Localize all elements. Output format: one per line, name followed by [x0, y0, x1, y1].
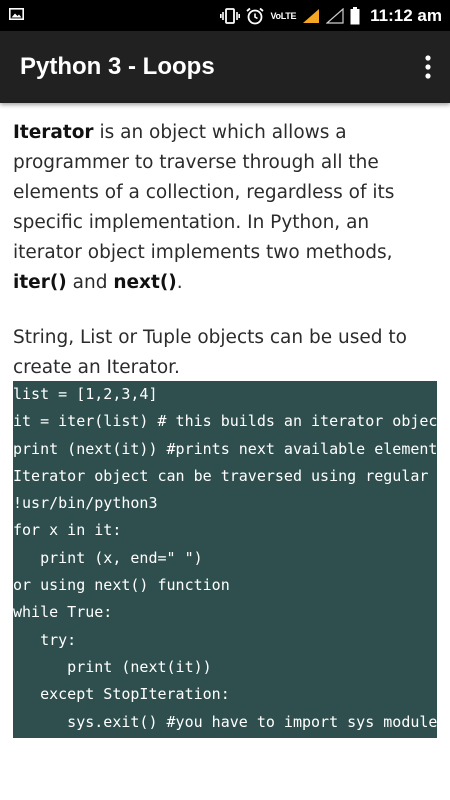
code-line: !usr/bin/python3 [13, 494, 158, 513]
code-line: for x in it: [13, 521, 122, 540]
code-line: while True: [13, 603, 113, 622]
code-line: except StopIteration: [13, 685, 230, 704]
emphasis-text: iter() [13, 272, 67, 293]
vibrate-icon [220, 7, 241, 24]
more-vert-icon[interactable] [422, 53, 434, 81]
paragraph-text: is an object which allows a programmer t… [13, 122, 395, 263]
alarm-icon [246, 7, 265, 24]
code-line: Iterator object can be traversed using r… [13, 466, 429, 485]
code-line: print (next(it)) #prints next available … [13, 439, 437, 458]
status-time: 11:12 am [370, 5, 442, 25]
gallery-notification-icon [9, 8, 24, 20]
code-line: it = iter(list) # this builds an iterato… [13, 412, 437, 431]
page-title: Python 3 - Loops [20, 53, 215, 80]
code-line: list = [1,2,3,4] [13, 385, 158, 403]
status-icons: VoLTE 11:12 am [220, 0, 442, 31]
code-line: try: [13, 630, 77, 649]
code-line: print (x, end=" ") [13, 548, 203, 567]
code-line: or using next() function [13, 576, 230, 595]
iterator-paragraph: Iterator is an object which allows a pro… [13, 118, 443, 298]
no-signal-icon [326, 7, 344, 24]
emphasis-text: Iterator [13, 122, 94, 143]
emphasis-text: next() [113, 272, 177, 293]
code-line: print (next(it)) [13, 657, 212, 676]
article-content: Iterator is an object which allows a pro… [13, 118, 443, 383]
paragraph-text: and [66, 272, 114, 293]
volte-label: VoLTE [270, 10, 297, 21]
code-block: list = [1,2,3,4] it = iter(list) # this b… [13, 381, 437, 738]
status-bar: VoLTE 11:12 am [0, 0, 450, 31]
battery-icon [350, 6, 360, 24]
signal-strength-icon [303, 8, 320, 23]
paragraph-text: . [176, 272, 183, 293]
code-line: sys.exit() #you have to import sys modul… [67, 712, 437, 731]
iterator-intro-paragraph: String, List or Tuple objects can be use… [13, 327, 407, 378]
app-bar: Python 3 - Loops [0, 31, 450, 103]
